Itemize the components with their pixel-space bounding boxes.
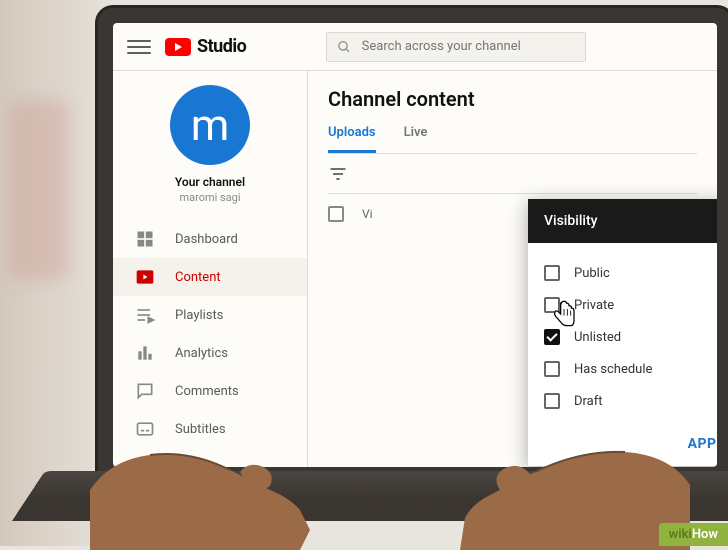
youtube-studio-logo[interactable]: Studio — [165, 36, 246, 57]
sidebar-item-dashboard[interactable]: Dashboard — [113, 220, 307, 258]
option-label: Has schedule — [574, 362, 652, 377]
sidebar-item-label: Content — [175, 270, 221, 285]
tab-live[interactable]: Live — [404, 125, 428, 153]
hand-illustration — [430, 400, 690, 550]
checkbox[interactable] — [544, 361, 560, 377]
column-video: Vi — [362, 207, 373, 221]
sidebar-item-content[interactable]: Content — [113, 258, 307, 296]
checkbox-checked[interactable] — [544, 329, 560, 345]
option-label: Public — [574, 266, 610, 281]
youtube-play-icon — [165, 38, 191, 56]
tab-uploads[interactable]: Uploads — [328, 125, 376, 153]
channel-name: maromi sagi — [179, 191, 240, 204]
header: Studio — [113, 23, 717, 71]
channel-avatar[interactable]: m — [170, 85, 250, 165]
option-label: Unlisted — [574, 330, 621, 345]
playlists-icon — [135, 305, 155, 325]
apply-button[interactable]: APPLY — [688, 436, 717, 452]
hand-illustration — [90, 400, 330, 550]
dashboard-icon — [135, 229, 155, 249]
studio-label: Studio — [197, 36, 246, 57]
page-title: Channel content — [328, 87, 697, 111]
option-has-schedule[interactable]: Has schedule — [544, 353, 717, 385]
search-box[interactable] — [326, 32, 586, 62]
close-icon[interactable] — [716, 212, 717, 230]
comments-icon — [135, 381, 155, 401]
sidebar-item-label: Analytics — [175, 346, 228, 361]
search-input[interactable] — [362, 39, 576, 54]
tabs: Uploads Live — [328, 125, 697, 154]
filter-icon[interactable] — [328, 164, 348, 184]
sidebar-item-label: Playlists — [175, 308, 223, 323]
option-public[interactable]: Public — [544, 257, 717, 289]
your-channel-label: Your channel — [175, 175, 245, 189]
content-icon — [135, 267, 155, 287]
cursor-pointer-icon — [550, 299, 578, 329]
option-label: Private — [574, 298, 614, 313]
search-icon — [337, 39, 351, 55]
hamburger-menu-icon[interactable] — [127, 35, 151, 59]
checkbox[interactable] — [544, 265, 560, 281]
popover-title: Visibility — [544, 213, 597, 229]
sidebar-item-analytics[interactable]: Analytics — [113, 334, 307, 372]
select-all-checkbox[interactable] — [328, 206, 344, 222]
analytics-icon — [135, 343, 155, 363]
sidebar-item-label: Dashboard — [175, 232, 238, 247]
sidebar-item-playlists[interactable]: Playlists — [113, 296, 307, 334]
sidebar-item-label: Comments — [175, 384, 239, 399]
wikihow-watermark: wikiHow — [659, 523, 728, 546]
